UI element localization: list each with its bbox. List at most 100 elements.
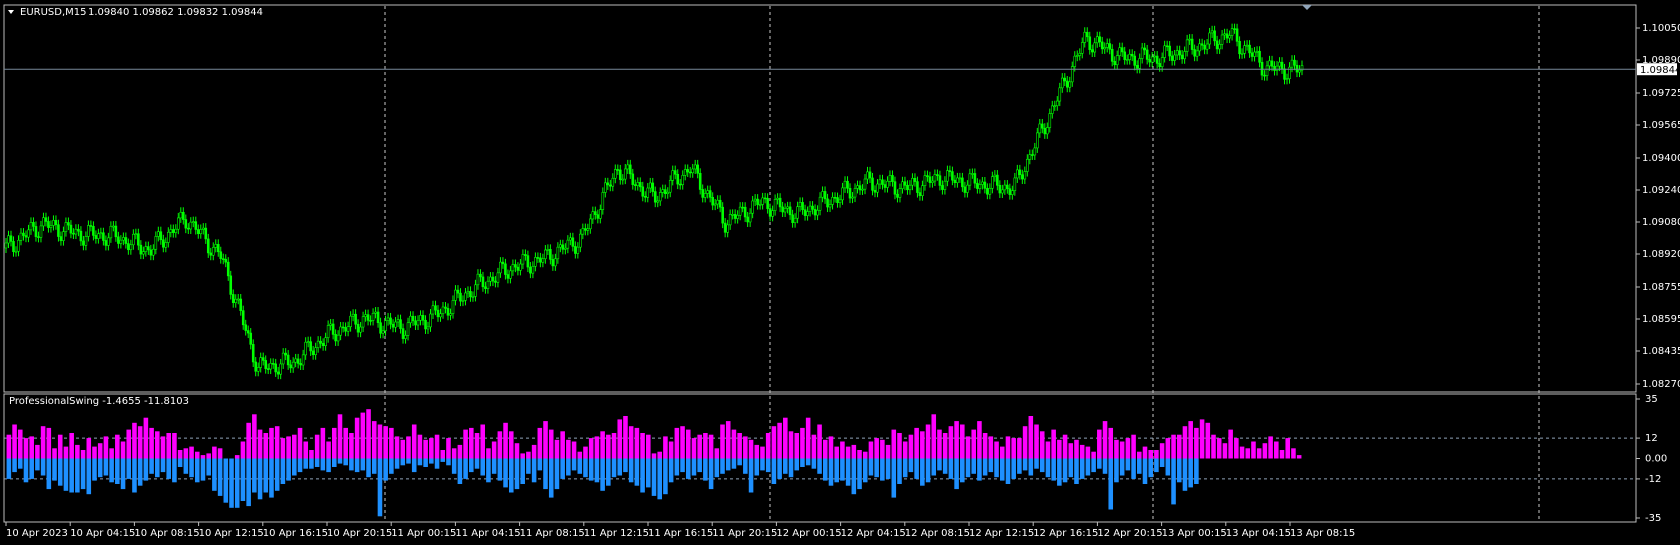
- hist-bar-positive: [674, 427, 680, 459]
- indicator-tick-label: -12: [1645, 474, 1661, 485]
- candle-body: [1023, 171, 1027, 180]
- hist-bar-positive: [657, 451, 662, 459]
- candle-body: [1220, 34, 1224, 45]
- candle-body: [496, 272, 500, 283]
- hist-bar-negative: [331, 458, 337, 467]
- hist-bar-positive: [257, 429, 263, 459]
- candle-body: [47, 221, 50, 228]
- candle-body: [1115, 55, 1119, 66]
- candle-body: [888, 175, 892, 182]
- hist-bar-negative: [269, 458, 274, 498]
- hist-bar-positive: [314, 434, 320, 459]
- hist-bar-negative: [531, 458, 537, 483]
- hist-bar-positive: [531, 444, 537, 459]
- candle-body: [653, 191, 657, 203]
- time-tick-label: 10 Apr 20:15: [327, 528, 392, 539]
- hist-bar-positive: [1074, 439, 1079, 459]
- candle-body: [404, 335, 407, 339]
- hist-bar-positive: [354, 417, 360, 459]
- candle-body: [421, 315, 425, 321]
- hist-bar-negative: [1142, 458, 1148, 484]
- hist-bar-negative: [685, 458, 691, 479]
- candle-body: [886, 180, 889, 188]
- candle-body: [569, 237, 572, 241]
- hist-bar-positive: [765, 433, 771, 459]
- hist-bar-negative: [588, 458, 594, 481]
- hist-bar-positive: [120, 441, 126, 459]
- candle-body: [628, 164, 632, 175]
- candle-body: [1013, 177, 1017, 192]
- candle-body: [444, 306, 447, 309]
- hist-bar-negative: [132, 458, 137, 493]
- candle-body: [656, 200, 660, 203]
- hist-bar-positive: [948, 426, 954, 459]
- candle-body: [24, 235, 28, 238]
- candle-body: [1200, 43, 1204, 46]
- hist-bar-negative: [115, 458, 120, 484]
- hist-bar-positive: [1291, 448, 1296, 459]
- candle-body: [976, 182, 979, 189]
- hist-bar-positive: [434, 434, 440, 459]
- hist-bar-negative: [805, 458, 811, 466]
- hist-bar-positive: [429, 438, 434, 459]
- hist-bar-negative: [680, 458, 685, 473]
- hist-bar-positive: [126, 429, 132, 459]
- candle-body: [821, 191, 824, 198]
- hist-bar-positive: [760, 446, 765, 459]
- candle-body: [1253, 51, 1256, 57]
- candle-body: [429, 313, 432, 328]
- candle-body: [261, 357, 265, 361]
- hist-bar-positive: [252, 414, 257, 459]
- hist-bar-positive: [155, 431, 160, 459]
- hist-bar-negative: [360, 458, 366, 471]
- hist-bar-positive: [457, 444, 463, 459]
- hist-bar-positive: [1171, 434, 1176, 459]
- hist-bar-positive: [366, 409, 371, 459]
- candle-body: [586, 228, 590, 231]
- hist-bar-negative: [988, 458, 994, 473]
- hist-bar-positive: [440, 450, 446, 459]
- hist-bar-negative: [314, 458, 320, 467]
- candle-body: [846, 180, 849, 189]
- candle-body: [476, 273, 480, 286]
- time-tick-label: 10 Apr 04:15: [70, 528, 135, 539]
- candle-body: [504, 263, 507, 275]
- candle-body: [549, 249, 552, 260]
- hist-bar-positive: [828, 436, 834, 459]
- candle-body: [1093, 42, 1097, 53]
- hist-bar-negative: [286, 458, 291, 481]
- candle-body: [1075, 55, 1079, 57]
- hist-bar-negative: [57, 458, 63, 486]
- hist-bar-negative: [822, 458, 828, 481]
- indicator-tick-label: -35: [1645, 513, 1661, 524]
- hist-bar-positive: [794, 433, 800, 459]
- hist-bar-negative: [720, 458, 725, 474]
- candle-body: [1110, 48, 1114, 62]
- time-tick-label: 10 Apr 12:15: [199, 528, 264, 539]
- candle-body: [346, 326, 350, 332]
- hist-bar-negative: [366, 458, 371, 478]
- candle-body: [1073, 55, 1077, 67]
- hist-bar-negative: [885, 458, 891, 479]
- candle-body: [1278, 61, 1281, 67]
- candle-body: [948, 170, 952, 172]
- candle-body: [1168, 45, 1171, 57]
- hist-bar-negative: [862, 458, 868, 483]
- hist-bar-negative: [925, 458, 931, 483]
- hist-bar-positive: [1028, 416, 1034, 459]
- candle-body: [79, 230, 83, 242]
- hist-bar-negative: [394, 458, 400, 469]
- hist-bar-negative: [914, 458, 919, 479]
- hist-bar-negative: [1028, 458, 1034, 476]
- candle-body: [768, 208, 772, 217]
- candle-body: [289, 364, 292, 369]
- candle-body: [1108, 43, 1112, 50]
- candle-body: [711, 197, 714, 206]
- candle-body: [1163, 45, 1166, 58]
- candle-body: [868, 171, 872, 179]
- header-ohlc: 1.09840 1.09862 1.09832 1.09844: [88, 7, 263, 18]
- chart-window[interactable]: EURUSD,M15 1.09840 1.09862 1.09832 1.098…: [0, 0, 1680, 545]
- candle-body: [399, 319, 402, 329]
- hist-bar-positive: [400, 439, 406, 459]
- candle-body: [122, 237, 125, 241]
